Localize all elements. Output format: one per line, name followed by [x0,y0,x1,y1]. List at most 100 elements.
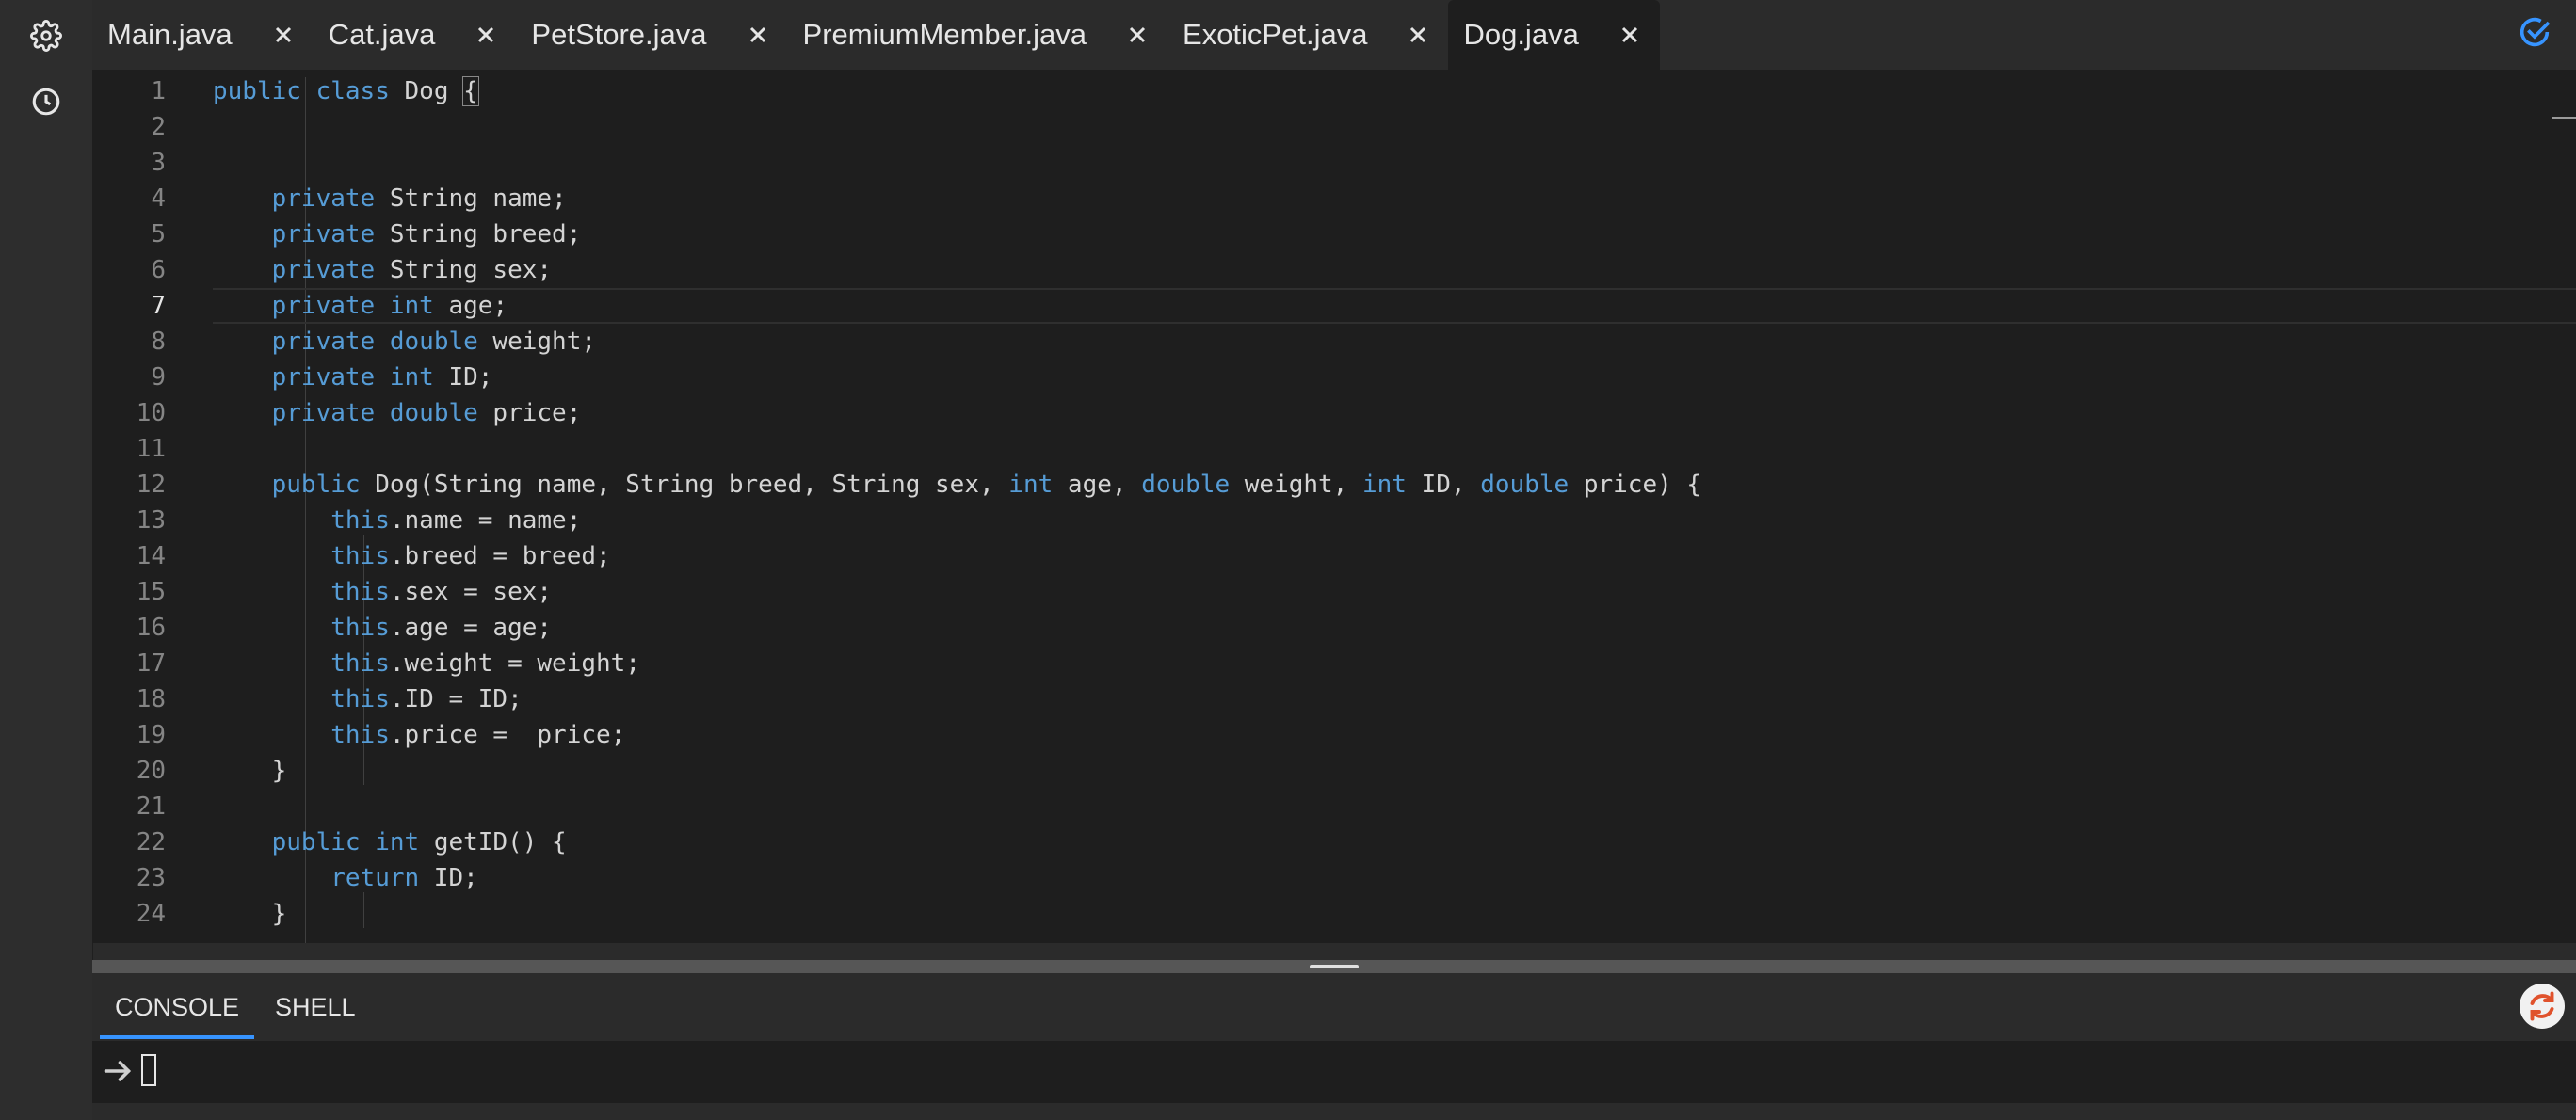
splitter-handle[interactable] [1310,965,1359,968]
line-number: 9 [151,363,166,392]
code-line[interactable]: 13 this.name = name; [92,503,2576,538]
code-text: } [213,757,287,785]
code-line[interactable]: 5 private String breed; [92,216,2576,252]
line-number: 16 [136,614,166,642]
bottom-strip [92,1103,2576,1120]
tab-label: PremiumMember.java [802,18,1087,51]
code-text: private int ID; [271,363,493,392]
code-text: this.ID = ID; [330,685,523,713]
line-number: 6 [151,256,166,284]
line-number: 24 [136,900,166,928]
code-text: public Dog(String name, String breed, St… [271,471,1702,499]
code-text: return ID; [330,864,478,892]
code-line[interactable]: 23 return ID; [92,860,2576,896]
arrow-right-icon [102,1054,136,1092]
console-cursor [141,1054,156,1086]
code-lines: 1 public class Dog {2 3 4 private String na… [92,70,2576,932]
editor-tab-bar: Main.java Cat.java PetStore.java Premium… [92,0,2576,70]
code-text: private String breed; [271,220,582,248]
code-editor[interactable]: 1 public class Dog {2 3 4 private String na… [92,70,2576,943]
line-number: 17 [136,649,166,678]
code-text: private double weight; [271,328,597,356]
code-line[interactable]: 7 private int age; [92,288,2576,324]
code-line[interactable]: 3 [92,145,2576,181]
tab-shell[interactable]: SHELL [260,973,371,1035]
code-line[interactable]: 14 this.breed = breed; [92,538,2576,574]
refresh-icon[interactable] [2520,984,2565,1029]
line-number: 5 [151,220,166,248]
code-line[interactable]: 21 [92,789,2576,824]
console-output[interactable] [92,1041,2576,1103]
line-number: 18 [136,685,166,713]
line-number: 1 [151,77,166,105]
tab-label: Cat.java [328,18,436,51]
line-number: 4 [151,184,166,213]
code-text: public class Dog { [213,76,479,106]
tab-label: Main.java [107,18,233,51]
tab-cat-java[interactable]: Cat.java [314,0,517,70]
close-icon[interactable] [475,24,497,46]
code-line[interactable]: 9 private int ID; [92,360,2576,395]
line-number: 23 [136,864,166,892]
code-text: this.sex = sex; [330,578,553,606]
tab-dog-java[interactable]: Dog.java [1448,0,1660,70]
tab-label: ExoticPet.java [1183,18,1368,51]
code-line[interactable]: 2 [92,109,2576,145]
line-number: 20 [136,757,166,785]
line-number: 22 [136,828,166,856]
line-number: 15 [136,578,166,606]
line-number: 12 [136,471,166,499]
close-icon[interactable] [1126,24,1149,46]
close-icon[interactable] [747,24,769,46]
activity-bar [0,0,93,1120]
check-circle-icon[interactable] [2516,13,2553,51]
code-text: this.price = price; [330,721,626,749]
line-number: 21 [136,792,166,821]
tab-label: Dog.java [1463,18,1579,51]
code-text: } [213,900,287,928]
code-line[interactable]: 19 this.price = price; [92,717,2576,753]
close-icon[interactable] [272,24,295,46]
code-line[interactable]: 1 public class Dog { [92,73,2576,109]
panel-tab-bar: CONSOLE SHELL [92,973,2576,1041]
code-line[interactable]: 15 this.sex = sex; [92,574,2576,610]
line-number: 14 [136,542,166,570]
code-text: private String sex; [271,256,553,284]
code-line[interactable]: 4 private String name; [92,181,2576,216]
line-number: 2 [151,113,166,141]
line-number: 8 [151,328,166,356]
code-line[interactable]: 17 this.weight = weight; [92,646,2576,681]
code-text: this.name = name; [330,506,582,535]
code-line[interactable]: 8 private double weight; [92,324,2576,360]
code-line[interactable]: 16 this.age = age; [92,610,2576,646]
clock-icon[interactable] [27,83,65,120]
close-icon[interactable] [1407,24,1429,46]
tab-petstore-java[interactable]: PetStore.java [516,0,787,70]
code-line[interactable]: 6 private String sex; [92,252,2576,288]
line-number: 11 [136,435,166,463]
code-text: public int getID() { [271,828,567,856]
tab-exoticpet-java[interactable]: ExoticPet.java [1167,0,1448,70]
close-icon[interactable] [1618,24,1641,46]
code-text: private double price; [271,399,582,427]
line-number: 10 [136,399,166,427]
code-text: this.age = age; [330,614,553,642]
line-number: 13 [136,506,166,535]
code-text: private int age; [271,292,508,320]
code-line[interactable]: 18 this.ID = ID; [92,681,2576,717]
code-line[interactable]: 20 } [92,753,2576,789]
gear-icon[interactable] [27,17,65,55]
code-line[interactable]: 12 public Dog(String name, String breed,… [92,467,2576,503]
code-line[interactable]: 11 [92,431,2576,467]
code-line[interactable]: 22 public int getID() { [92,824,2576,860]
tab-label: PetStore.java [531,18,707,51]
code-line[interactable]: 10 private double price; [92,395,2576,431]
panel-splitter[interactable] [92,960,2576,973]
line-number: 19 [136,721,166,749]
tab-console[interactable]: CONSOLE [100,973,255,1039]
line-number: 7 [151,292,166,320]
tab-premiummember-java[interactable]: PremiumMember.java [788,0,1167,70]
code-text: private String name; [271,184,567,213]
code-line[interactable]: 24 } [92,896,2576,932]
tab-main-java[interactable]: Main.java [92,0,314,70]
